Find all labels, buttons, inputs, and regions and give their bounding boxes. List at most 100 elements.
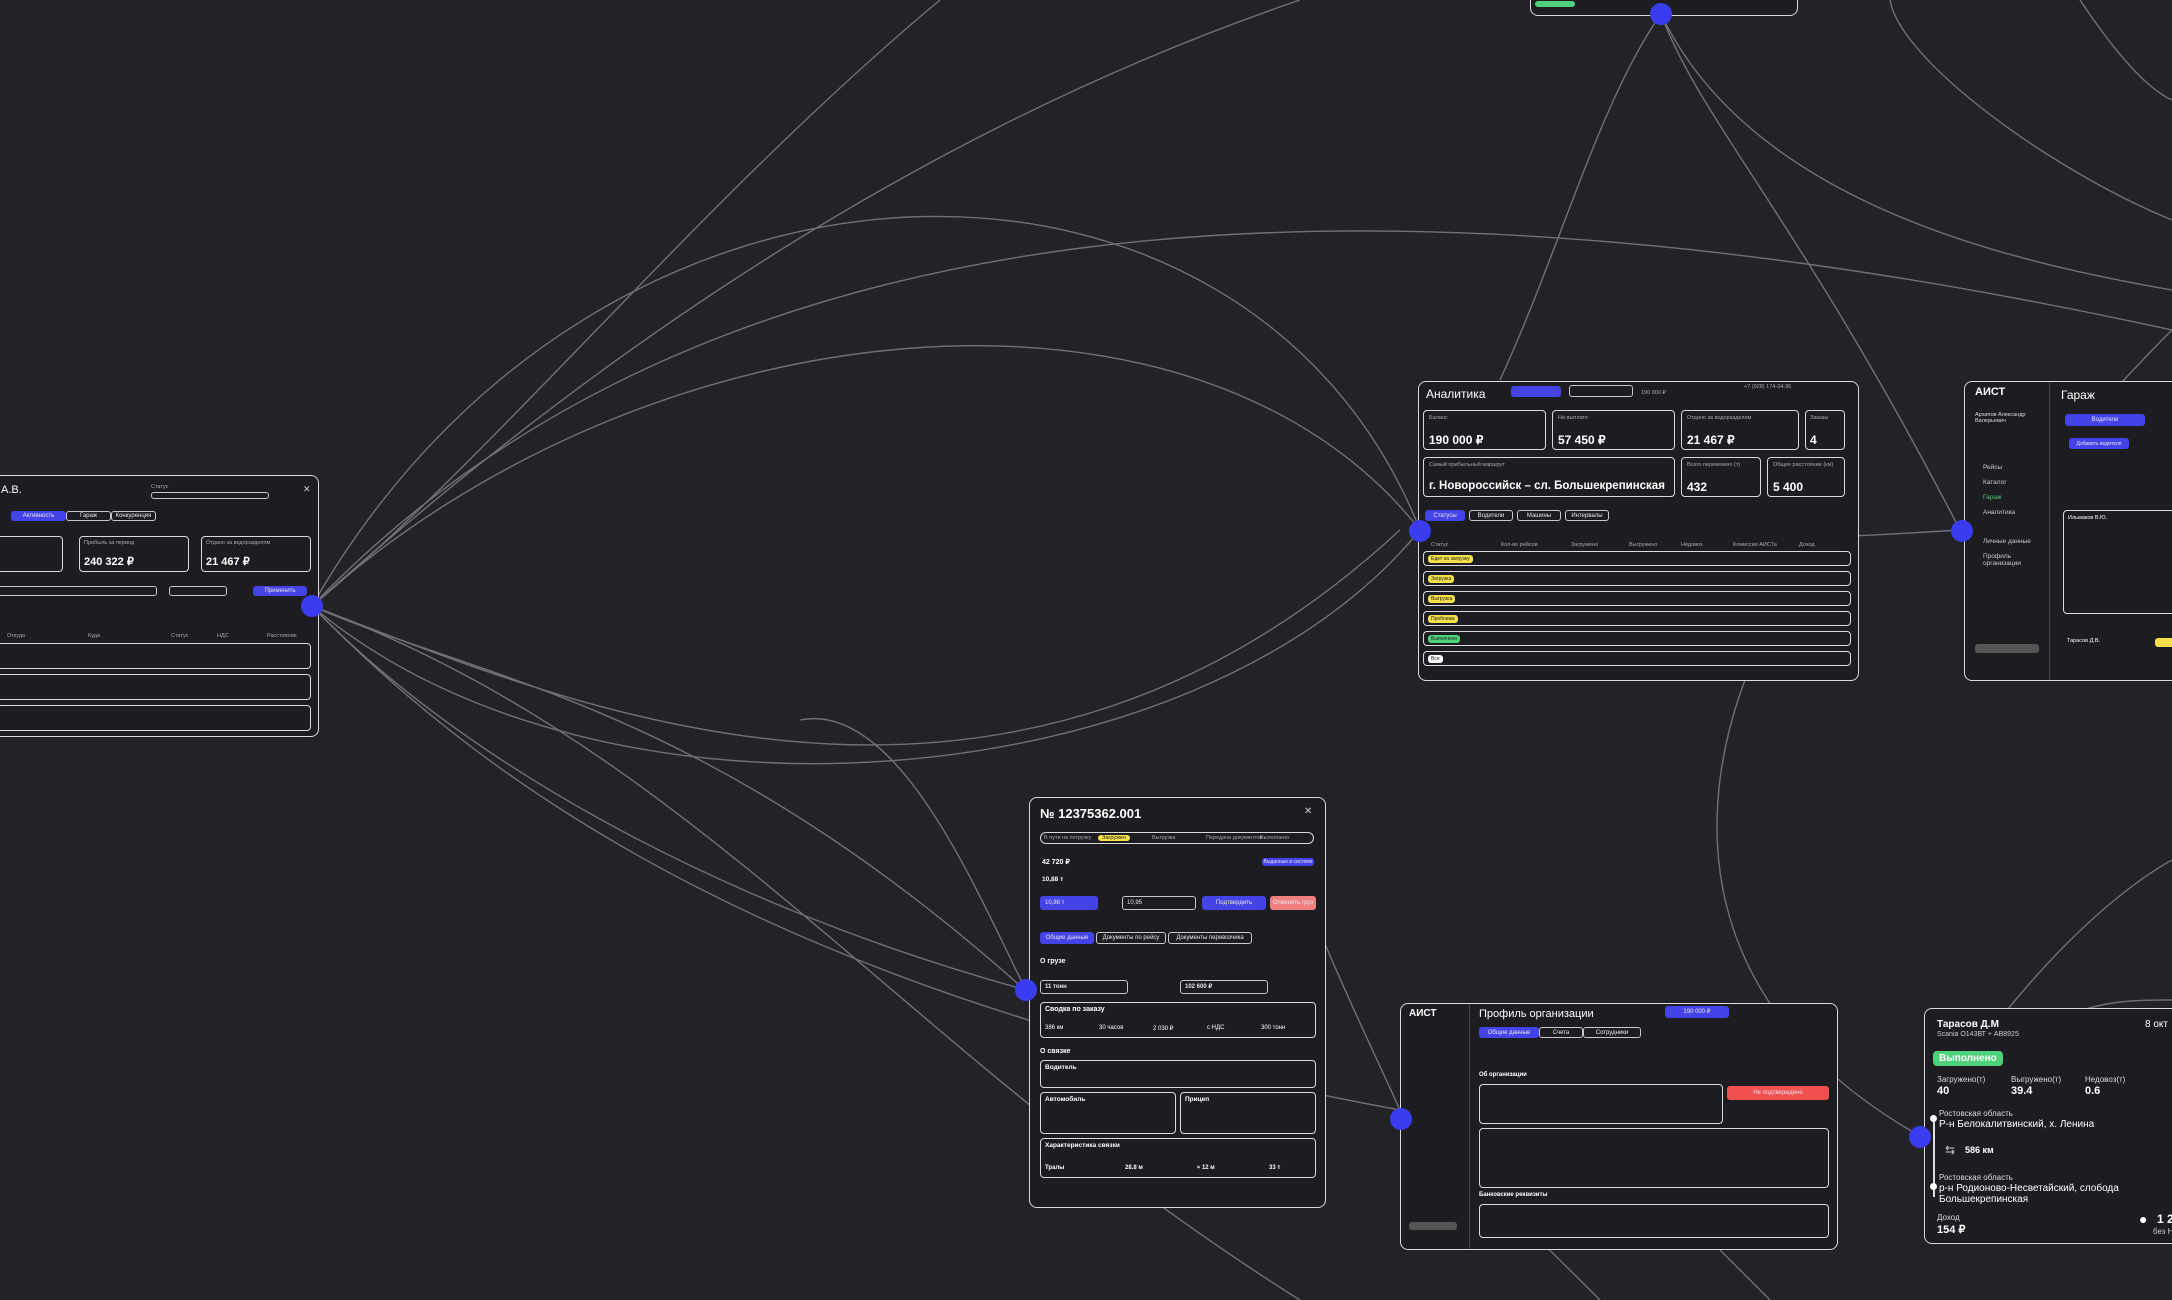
card-title: А.В. bbox=[1, 484, 22, 496]
cargo-price: 102 600 ₽ bbox=[1180, 980, 1268, 994]
driver-heading: Водитель bbox=[1045, 1064, 1077, 1071]
summary-price: 2 030 ₽ bbox=[1153, 1026, 1174, 1032]
driver-box: Водитель bbox=[1040, 1060, 1316, 1088]
col-distance: Расстояние bbox=[267, 633, 297, 639]
connection-node[interactable] bbox=[301, 595, 323, 617]
tab-trip-docs[interactable]: Документы по рейсу bbox=[1096, 932, 1166, 944]
section-cargo: О грузе bbox=[1040, 958, 1066, 965]
table-row[interactable] bbox=[0, 705, 311, 731]
connection-node[interactable] bbox=[1409, 520, 1431, 542]
loaded-value: 40 bbox=[1937, 1085, 1950, 1097]
table-row[interactable]: Едет на загрузку bbox=[1423, 551, 1851, 566]
status-pill bbox=[1535, 1, 1575, 7]
trip-step[interactable]: В пути на погрузку bbox=[1044, 835, 1091, 841]
status-label: Статус bbox=[151, 484, 169, 490]
logout-button[interactable] bbox=[1409, 1222, 1457, 1230]
col-commission: Комиссия АИСТа bbox=[1733, 542, 1777, 548]
section-bank: Банковские реквизиты bbox=[1479, 1192, 1548, 1198]
summary-tons: 300 тонн bbox=[1261, 1025, 1286, 1031]
sidebar-item-trips[interactable]: Рейсы bbox=[1983, 464, 2002, 471]
trips-label: Всего перевезено (т) bbox=[1687, 462, 1741, 468]
status-badge: Не подтверждено bbox=[1727, 1086, 1829, 1100]
price-value: 1 28 bbox=[2157, 1212, 2172, 1226]
ruble-icon: ● bbox=[2139, 1211, 2148, 1227]
trip-step[interactable]: Загружен bbox=[1098, 835, 1130, 841]
sidebar-item-garage[interactable]: Гараж bbox=[1983, 494, 2001, 501]
tab-activity[interactable]: Активность bbox=[11, 511, 66, 521]
tab-drivers[interactable]: Водители bbox=[1469, 510, 1513, 521]
stat-value: 190 000 ₽ bbox=[1429, 433, 1484, 447]
profit-label: Прибыль за период bbox=[84, 540, 135, 546]
tab-employees[interactable]: Сотрудники bbox=[1583, 1027, 1641, 1038]
connection-node[interactable] bbox=[1650, 3, 1672, 25]
table-row[interactable] bbox=[0, 643, 311, 669]
search-field[interactable] bbox=[0, 586, 157, 596]
tab-accounts[interactable]: Счета bbox=[1539, 1027, 1583, 1038]
status-tag: Загрузка bbox=[1428, 575, 1455, 583]
tab-vehicles[interactable]: Машины bbox=[1517, 510, 1561, 521]
distance-label: Общее расстояние (км) bbox=[1773, 462, 1834, 468]
trip-step[interactable]: Выполнено bbox=[1260, 835, 1289, 841]
tab-general[interactable]: Общие данные bbox=[1040, 932, 1094, 944]
col-shortage: Недовоз bbox=[1681, 542, 1703, 548]
add-driver-button[interactable]: Добавить водителя bbox=[2069, 438, 2129, 449]
table-row[interactable]: Все bbox=[1423, 651, 1851, 666]
sidebar-item-personal[interactable]: Личные данные bbox=[1983, 538, 2031, 545]
prop-capacity: 33 т bbox=[1269, 1165, 1281, 1171]
driver-card[interactable]: Ильмаков В.Ю. bbox=[2063, 510, 2172, 614]
income-value: 154 ₽ bbox=[1937, 1224, 1966, 1236]
table-row[interactable]: Выполнено bbox=[1423, 631, 1851, 646]
loaded-label: Загружено(т) bbox=[1937, 1075, 1986, 1084]
tab-intervals[interactable]: Интервалы bbox=[1565, 510, 1609, 521]
filter-select[interactable] bbox=[169, 586, 227, 596]
logout-button[interactable] bbox=[1975, 644, 2039, 653]
sidebar-item-org[interactable]: Профиль организации bbox=[1983, 553, 2033, 567]
table-row[interactable]: Загрузка bbox=[1423, 571, 1851, 586]
connection-node[interactable] bbox=[1390, 1108, 1412, 1130]
tab-general[interactable]: Общие данные bbox=[1479, 1027, 1539, 1038]
canvas[interactable]: { "analytics":{"title":"Аналитика","stat… bbox=[0, 0, 2172, 1300]
status-filter[interactable] bbox=[151, 492, 269, 499]
summary-time: 30 часов bbox=[1099, 1025, 1124, 1031]
apply-button[interactable]: Применить bbox=[253, 586, 307, 596]
order-card: Тарасов Д.М Scania О143ВТ + АВ8925 8 окт… bbox=[1924, 1008, 2172, 1244]
stat-payout: На выплате 57 450 ₽ bbox=[1552, 410, 1675, 450]
trip-step[interactable]: Передача документов bbox=[1206, 835, 1262, 841]
trip-step[interactable]: Выгрузка bbox=[1152, 835, 1175, 841]
table-row[interactable] bbox=[0, 674, 311, 700]
weight-input-b[interactable]: 10,95 bbox=[1122, 896, 1196, 910]
sidebar-divider bbox=[1469, 1004, 1470, 1249]
col-unloaded: Выгружено bbox=[1629, 542, 1658, 548]
distance-value: 5 400 bbox=[1773, 480, 1804, 494]
tab-drivers[interactable]: Водители bbox=[2065, 414, 2145, 426]
col-to: Куда bbox=[88, 633, 101, 639]
table-row[interactable]: Проблема bbox=[1423, 611, 1851, 626]
bank-box bbox=[1479, 1204, 1829, 1238]
connection-node[interactable] bbox=[1951, 520, 1973, 542]
connection-node[interactable] bbox=[1909, 1126, 1931, 1148]
period-select[interactable] bbox=[1569, 385, 1633, 397]
export-button[interactable] bbox=[1511, 386, 1561, 397]
sidebar-item-analytics[interactable]: Аналитика bbox=[1983, 509, 2015, 516]
cancel-button[interactable]: Отменить груз bbox=[1270, 896, 1316, 910]
connection-node[interactable] bbox=[1015, 979, 1037, 1001]
tab-garage[interactable]: Гараж bbox=[66, 511, 111, 521]
tab-carrier-docs[interactable]: Документы перевозчика bbox=[1168, 932, 1252, 944]
logo: АИСТ bbox=[1409, 1008, 1437, 1019]
close-icon[interactable]: ✕ bbox=[303, 484, 311, 495]
tab-statuses[interactable]: Статусы bbox=[1425, 510, 1465, 521]
weight-input[interactable]: 10,88 т bbox=[1040, 896, 1098, 910]
driver-name: Тарасов Д.М bbox=[1937, 1019, 1999, 1030]
profit-box: Прибыль за период 240 322 ₽ bbox=[79, 536, 189, 572]
sidebar-item-catalog[interactable]: Каталог bbox=[1983, 479, 2007, 486]
stat-value: 57 450 ₽ bbox=[1558, 433, 1606, 447]
issued-button[interactable]: Выданные в системе bbox=[1262, 858, 1314, 866]
org-profile-card: АИСТ Профиль организации 190 000 ₽ Общие… bbox=[1400, 1003, 1838, 1250]
wire bbox=[311, 215, 1421, 607]
table-row[interactable]: Выгрузка bbox=[1423, 591, 1851, 606]
tab-competition[interactable]: Конкуренция bbox=[111, 511, 156, 521]
confirm-button[interactable]: Подтвердить bbox=[1202, 896, 1266, 910]
close-icon[interactable]: ✕ bbox=[1304, 806, 1312, 817]
page-title: Гараж bbox=[2061, 388, 2095, 402]
route-box: Самый прибыльный маршрут г. Новороссийск… bbox=[1423, 457, 1675, 497]
